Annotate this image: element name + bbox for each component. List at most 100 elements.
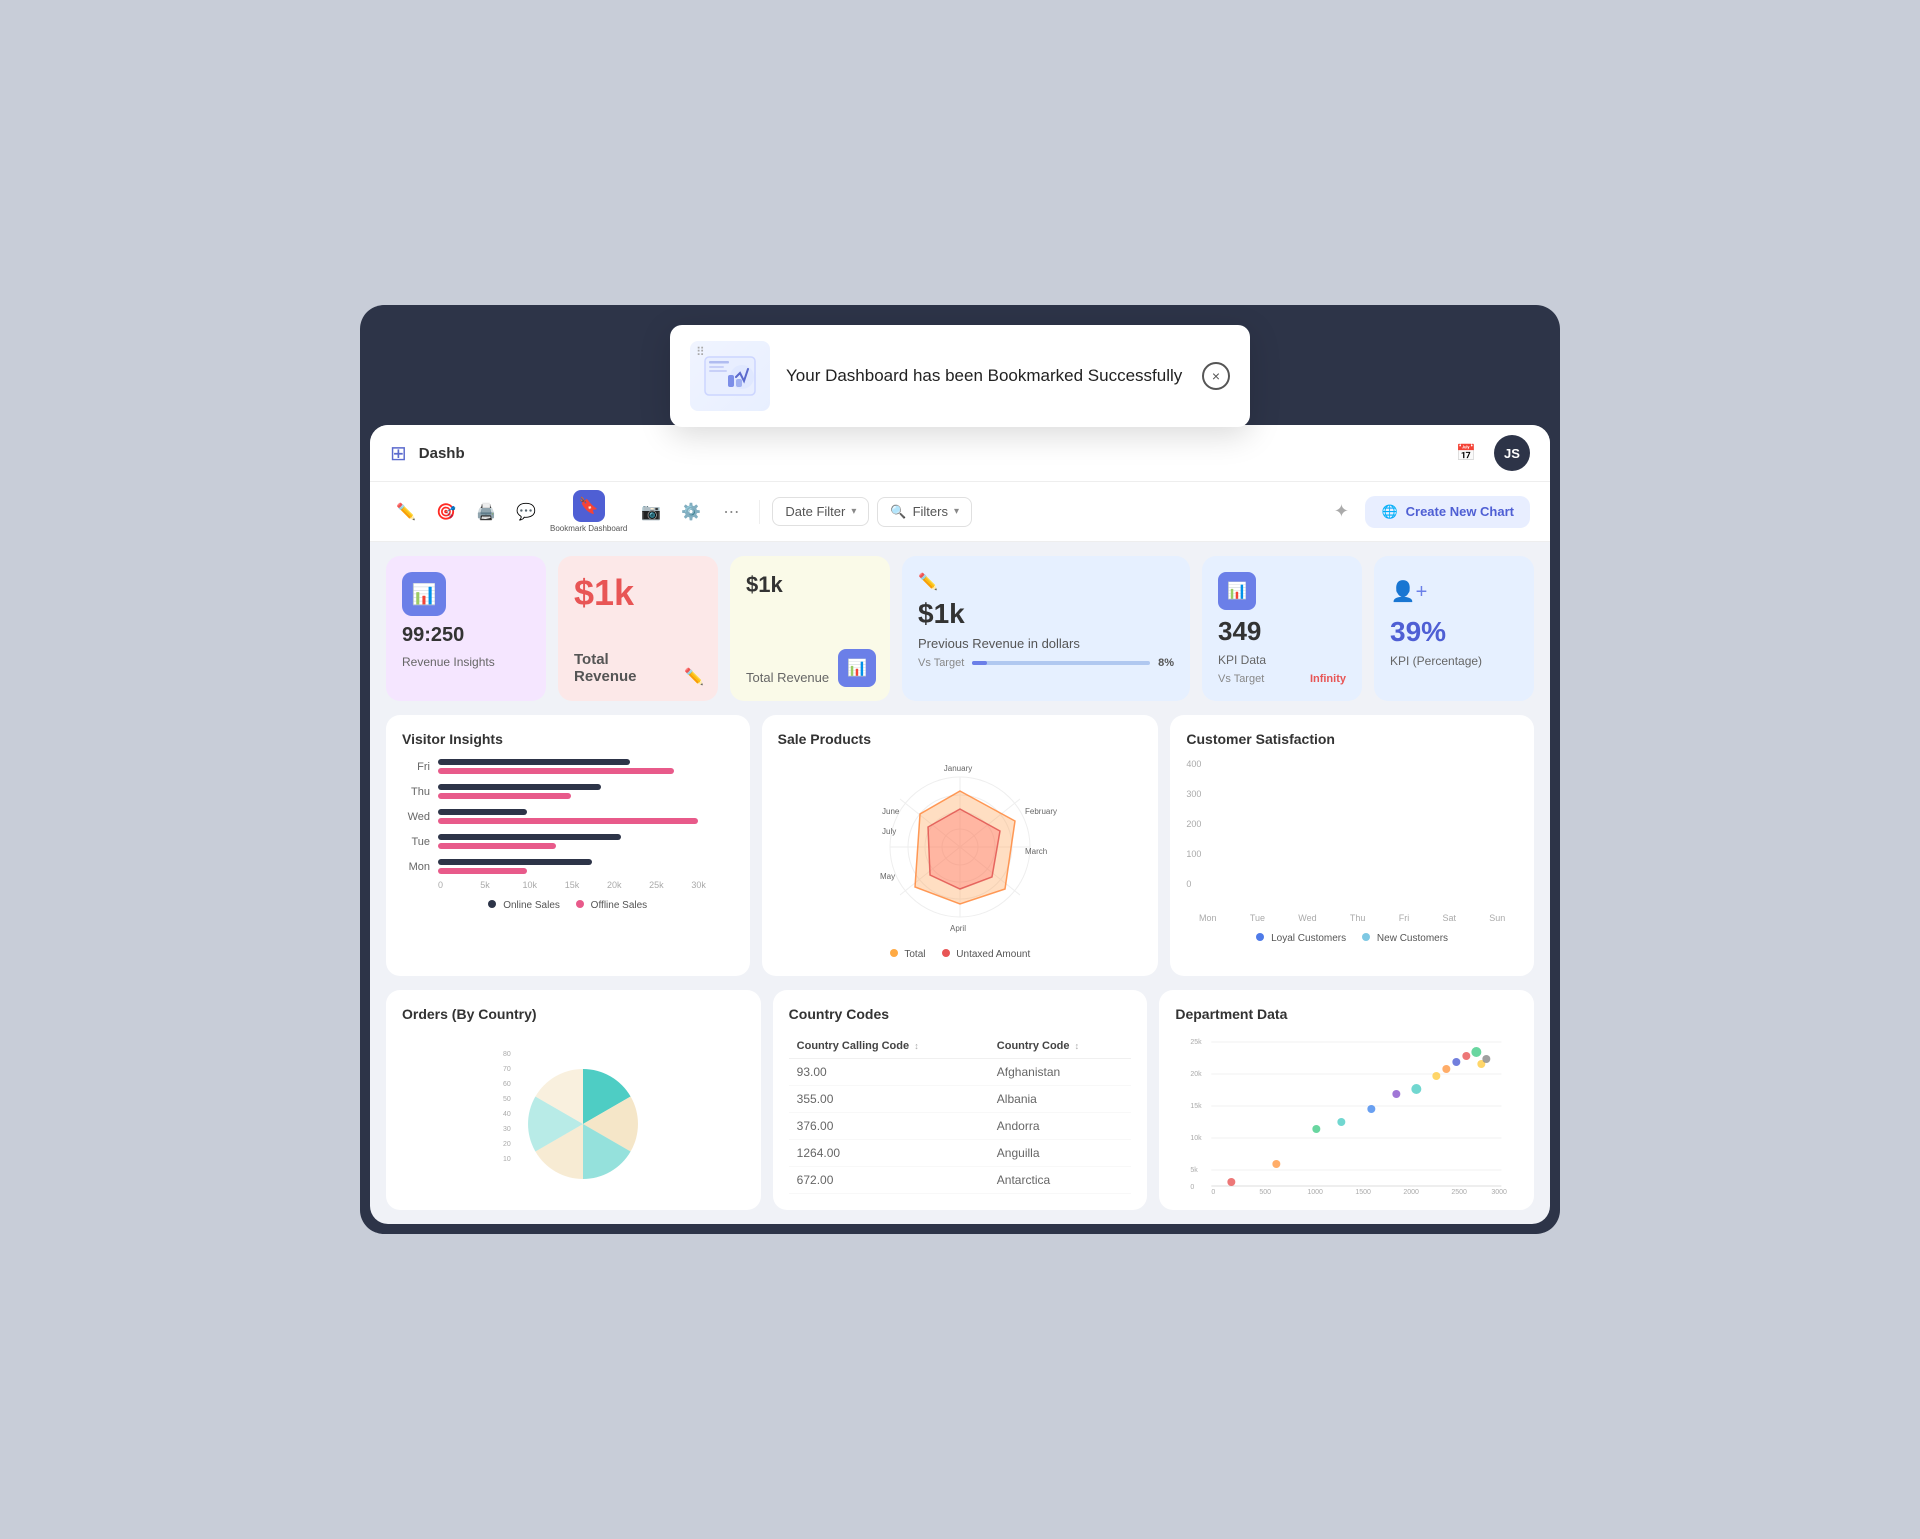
day-wed: Wed — [402, 811, 430, 823]
kpi-label-4: Previous Revenue in dollars — [918, 636, 1174, 651]
kpi-card-total-revenue-3: $1k Total Revenue 📊 — [730, 556, 890, 701]
settings-icon-btn[interactable]: ⚙️ — [675, 496, 707, 528]
kpi-label-6: KPI (Percentage) — [1390, 654, 1518, 668]
svg-text:30: 30 — [503, 1126, 511, 1133]
radar-legend: Total Untaxed Amount — [778, 949, 1143, 960]
svg-text:3000: 3000 — [1492, 1189, 1508, 1194]
svg-text:June: June — [882, 807, 900, 816]
kpi-card-kpi-percentage: 👤+ 39% KPI (Percentage) — [1374, 556, 1534, 701]
col-calling-code[interactable]: Country Calling Code ↕ — [789, 1034, 989, 1059]
scatter-container: 25k 20k 15k 10k 5k 0 0 — [1175, 1034, 1518, 1194]
country-codes-title: Country Codes — [789, 1006, 1132, 1022]
col-country-code[interactable]: Country Code ↕ — [989, 1034, 1132, 1059]
x-axis: 0 5k 10k 15k 20k 25k 30k — [402, 880, 734, 890]
toast-message: Your Dashboard has been Bookmarked Succe… — [786, 366, 1186, 386]
satisfaction-bar-chart — [1214, 759, 1518, 909]
offline-bar-thu — [438, 793, 571, 799]
svg-text:80: 80 — [503, 1051, 511, 1058]
ai-icon-btn[interactable]: ✦ — [1325, 496, 1357, 528]
kpi-vs-val-5: Infinity — [1310, 673, 1346, 685]
chart-icon-box: 📊 — [838, 649, 876, 687]
table-row: 376.00Andorra — [789, 1113, 1132, 1140]
kpi-card-total-revenue: $1k Total Revenue ✏️ — [558, 556, 718, 701]
svg-text:January: January — [944, 764, 972, 773]
y-axis-labels: 400 300 200 100 0 — [1186, 759, 1201, 889]
bookmark-label: Bookmark Dashboard — [550, 524, 627, 533]
calling-code-cell: 93.00 — [789, 1059, 989, 1086]
kpi-value-2: $1k — [574, 572, 702, 614]
svg-text:20: 20 — [503, 1141, 511, 1148]
kpi-card-revenue-insights: 📊 99:250 Revenue Insights — [386, 556, 546, 701]
svg-text:40: 40 — [503, 1111, 511, 1118]
satisfaction-title: Customer Satisfaction — [1186, 731, 1518, 747]
online-bar-thu — [438, 784, 601, 790]
more-icon-btn[interactable]: ⋯ — [715, 496, 747, 528]
online-bar-wed — [438, 809, 527, 815]
bar-row-mon: Mon — [402, 859, 734, 874]
share-icon-btn[interactable]: 💬 — [510, 496, 542, 528]
camera-icon-btn[interactable]: 📷 — [635, 496, 667, 528]
kpi-pct-4: 8% — [1158, 657, 1174, 669]
main-content: ⊞ Dashb 📅 JS ✏️ 🎯 🖨️ 💬 🔖 Bookmark Dashbo… — [370, 425, 1550, 1224]
edit-icon-btn[interactable]: ✏️ — [390, 496, 422, 528]
chevron-down-icon: ▾ — [851, 506, 856, 517]
svg-text:May: May — [880, 872, 895, 881]
filter-icon: 🔍 — [890, 504, 906, 520]
satisfaction-legend: Loyal Customers New Customers — [1186, 933, 1518, 944]
print-icon-btn[interactable]: 🖨️ — [470, 496, 502, 528]
new-dot — [1362, 933, 1370, 941]
svg-text:February: February — [1025, 807, 1057, 816]
table-row: 93.00Afghanistan — [789, 1059, 1132, 1086]
svg-text:20k: 20k — [1191, 1071, 1203, 1078]
date-filter-btn[interactable]: Date Filter ▾ — [772, 497, 869, 526]
toolbar-separator — [759, 500, 760, 524]
filters-btn[interactable]: 🔍 Filters ▾ — [877, 497, 972, 527]
svg-text:25k: 25k — [1191, 1039, 1203, 1046]
dept-data-card: Department Data 25k 20k 15k 10k 5k 0 — [1159, 990, 1534, 1210]
svg-text:July: July — [882, 827, 896, 836]
svg-text:1500: 1500 — [1356, 1189, 1372, 1194]
svg-text:5k: 5k — [1191, 1167, 1199, 1174]
svg-text:500: 500 — [1260, 1189, 1272, 1194]
svg-text:70: 70 — [503, 1066, 511, 1073]
online-bar-tue — [438, 834, 621, 840]
country-name-cell: Albania — [989, 1086, 1132, 1113]
svg-text:50: 50 — [503, 1096, 511, 1103]
bookmark-btn[interactable]: 🔖 Bookmark Dashboard — [550, 490, 627, 533]
create-chart-label: Create New Chart — [1406, 504, 1514, 519]
topbar-actions: 📅 JS — [1450, 435, 1530, 471]
topbar: ⊞ Dashb 📅 JS — [370, 425, 1550, 482]
charts-row: Visitor Insights Fri Thu — [370, 715, 1550, 990]
date-filter-label: Date Filter — [785, 504, 845, 519]
target-icon-btn[interactable]: 🎯 — [430, 496, 462, 528]
satisfaction-x-labels: Mon Tue Wed Thu Fri Sat Sun — [1186, 913, 1518, 923]
svg-text:0: 0 — [1212, 1189, 1216, 1194]
sale-products-card: Sale Products — [762, 715, 1159, 976]
kpi-card-kpi-data: 📊 349 KPI Data Vs Target Infinity — [1202, 556, 1362, 701]
orders-card: Orders (By Country) 80 70 60 50 40 30 20… — [386, 990, 761, 1210]
toast-image — [690, 341, 770, 411]
bar-row-wed: Wed — [402, 809, 734, 824]
customer-satisfaction-card: Customer Satisfaction 400 300 200 100 0 — [1170, 715, 1534, 976]
total-dot — [890, 949, 898, 957]
calendar-icon[interactable]: 📅 — [1450, 437, 1482, 469]
create-chart-button[interactable]: 🌐 Create New Chart — [1365, 496, 1530, 528]
user-avatar[interactable]: JS — [1494, 435, 1530, 471]
toast-close-button[interactable]: × — [1202, 362, 1230, 390]
calling-code-cell: 1264.00 — [789, 1140, 989, 1167]
globe-icon: 🌐 — [1381, 504, 1397, 520]
bookmark-icon: 🔖 — [573, 490, 605, 522]
kpi-label-5: KPI Data — [1218, 653, 1346, 667]
day-mon: Mon — [402, 861, 430, 873]
edit-pencil-icon: ✏️ — [684, 667, 704, 687]
country-name-cell: Antarctica — [989, 1167, 1132, 1194]
calling-code-cell: 355.00 — [789, 1086, 989, 1113]
online-legend: Online Sales — [488, 900, 559, 911]
svg-text:1000: 1000 — [1308, 1189, 1324, 1194]
bar-row-fri: Fri — [402, 759, 734, 774]
orders-pie-container: 80 70 60 50 40 30 20 10 — [402, 1034, 745, 1194]
vs-target-label-4: Vs Target — [918, 657, 964, 669]
day-thu: Thu — [402, 786, 430, 798]
visitor-chart-title: Visitor Insights — [402, 731, 734, 747]
toast-notification: Your Dashboard has been Bookmarked Succe… — [670, 325, 1250, 427]
